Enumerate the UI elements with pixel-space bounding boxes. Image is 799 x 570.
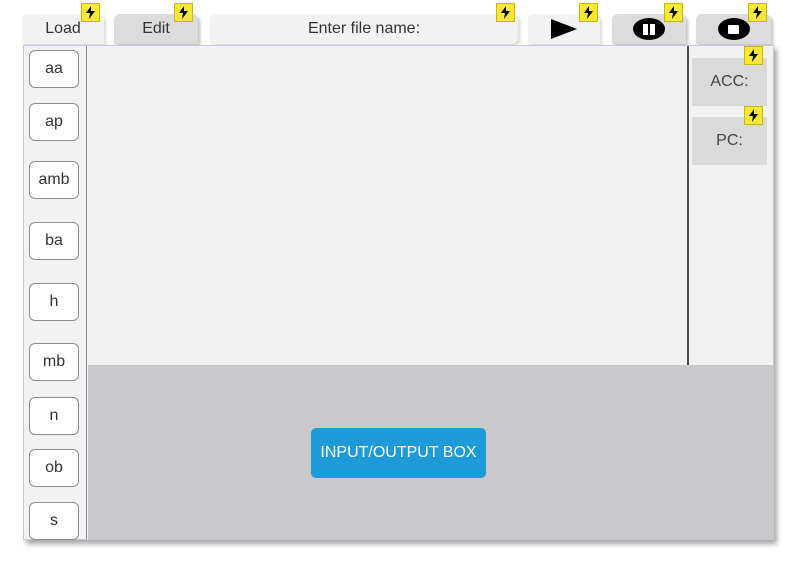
- register-button-ob[interactable]: ob: [29, 449, 79, 487]
- io-box-button[interactable]: INPUT/OUTPUT BOX: [311, 428, 486, 478]
- pause-icon: [633, 18, 665, 40]
- stop-icon: [717, 18, 750, 40]
- register-button-label: h: [49, 293, 59, 310]
- register-button-n[interactable]: n: [29, 397, 79, 435]
- acc-label: ACC:: [710, 73, 749, 90]
- register-button-label: ap: [45, 113, 63, 130]
- pc-label: PC:: [716, 132, 743, 149]
- register-button-amb[interactable]: amb: [29, 161, 79, 199]
- lightning-icon: [744, 106, 763, 125]
- register-button-s[interactable]: s: [29, 502, 79, 540]
- register-button-ba[interactable]: ba: [29, 222, 79, 260]
- lightning-icon: [664, 3, 683, 22]
- code-editor[interactable]: [88, 46, 687, 365]
- register-button-label: ob: [45, 459, 63, 476]
- lightning-icon: [744, 46, 763, 65]
- register-button-label: amb: [38, 171, 70, 188]
- register-button-label: s: [50, 512, 58, 529]
- lightning-icon: [174, 3, 193, 22]
- filename-label: Enter file name:: [307, 20, 421, 37]
- filename-field[interactable]: Enter file name:: [210, 14, 518, 44]
- lightning-icon: [81, 3, 100, 22]
- acc-register: ACC:: [692, 58, 767, 106]
- register-button-label: ba: [45, 232, 63, 249]
- register-button-label: n: [49, 407, 59, 424]
- lightning-icon: [496, 3, 515, 22]
- register-button-ap[interactable]: ap: [29, 103, 79, 141]
- load-tab-label: Load: [45, 20, 81, 37]
- register-button-aa[interactable]: aa: [29, 50, 79, 88]
- register-button-h[interactable]: h: [29, 283, 79, 321]
- play-icon: [551, 19, 577, 39]
- lightning-icon: [748, 3, 767, 22]
- edit-tab-label: Edit: [142, 20, 170, 37]
- register-button-mb[interactable]: mb: [29, 343, 79, 381]
- lightning-icon: [579, 3, 598, 22]
- register-button-label: aa: [45, 60, 63, 77]
- register-button-label: mb: [42, 353, 66, 370]
- io-box-label: INPUT/OUTPUT BOX: [320, 444, 477, 461]
